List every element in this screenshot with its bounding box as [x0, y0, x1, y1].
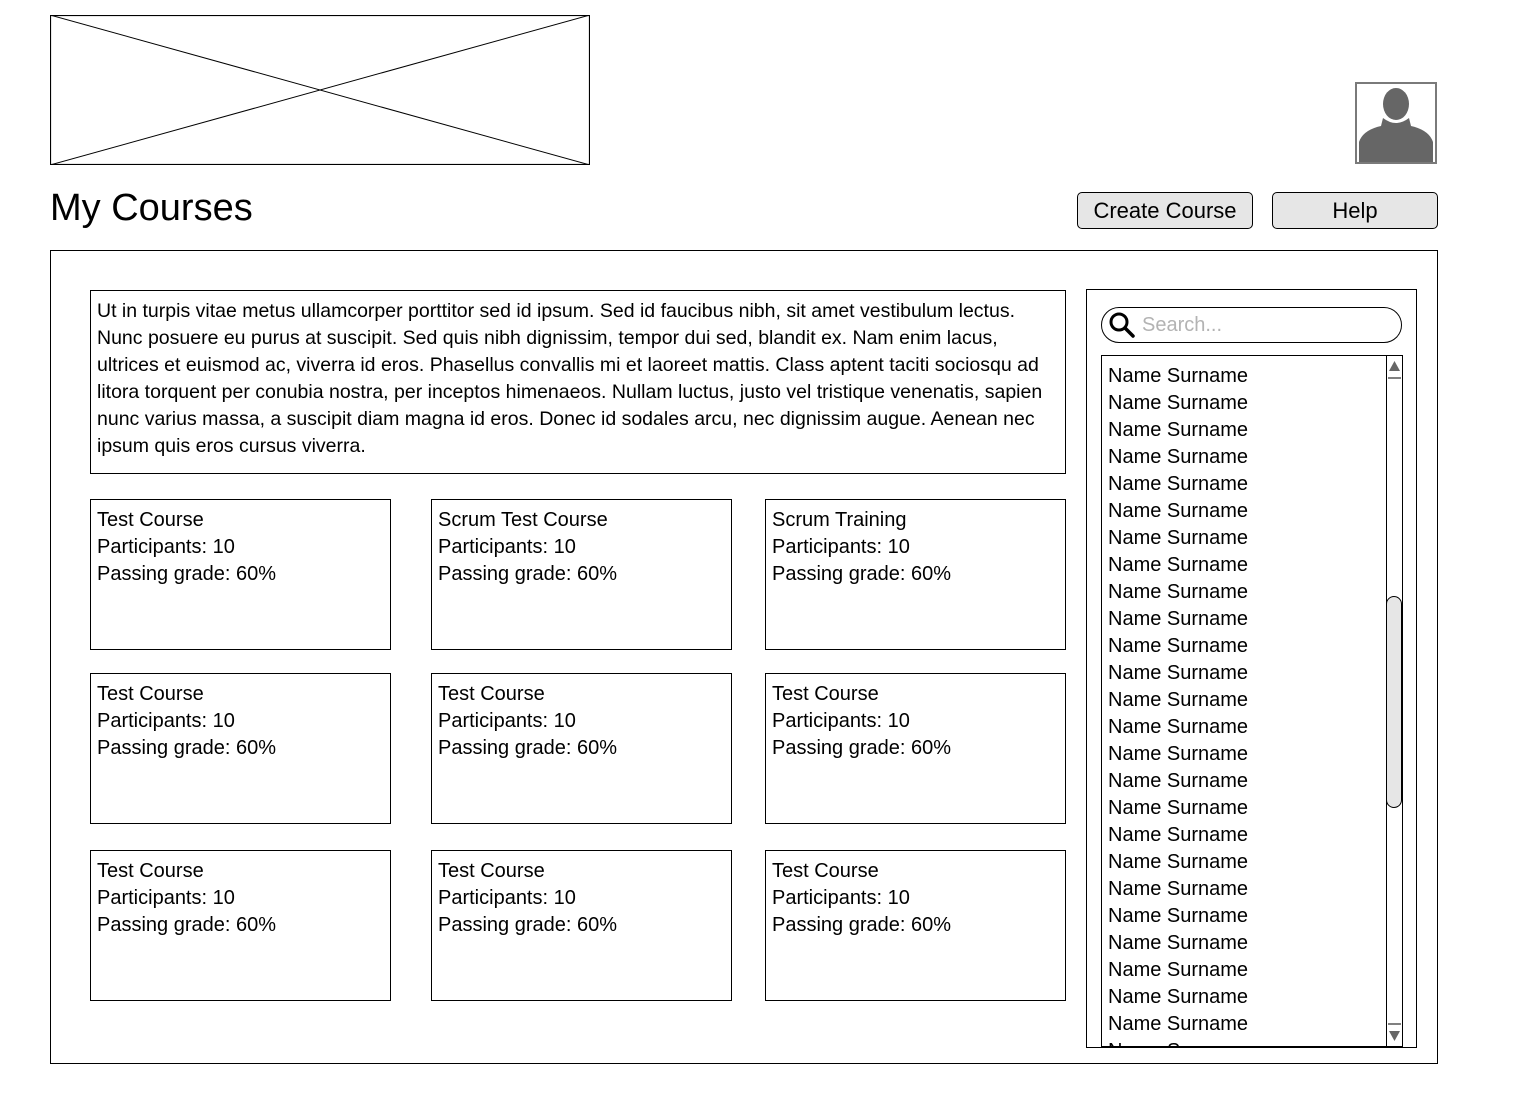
course-participants: Participants: 10 [97, 536, 235, 558]
course-card[interactable]: Test Course Participants: 10 Passing gra… [431, 673, 732, 824]
course-card[interactable]: Scrum Test Course Participants: 10 Passi… [431, 499, 732, 650]
user-list-item[interactable]: Name Surname [1108, 1011, 1248, 1038]
course-card[interactable]: Test Course Participants: 10 Passing gra… [765, 850, 1066, 1001]
course-passing-grade: Passing grade: 60% [772, 737, 952, 759]
logo-placeholder-icon [50, 15, 590, 165]
scroll-up-arrow-icon[interactable] [1388, 359, 1401, 379]
help-button[interactable]: Help [1272, 192, 1438, 229]
course-passing-grade: Passing grade: 60% [772, 563, 952, 585]
user-list-items: Name Surname Name Surname Name Surname Name… [1108, 363, 1248, 1046]
course-name: Test Course [97, 860, 204, 882]
course-participants: Participants: 10 [97, 710, 235, 732]
scroll-thumb[interactable] [1386, 596, 1402, 808]
user-list-item[interactable]: Name Surname [1108, 822, 1248, 849]
scrollbar[interactable] [1386, 356, 1402, 1046]
create-course-button[interactable]: Create Course [1077, 192, 1253, 229]
course-card[interactable]: Scrum Training Participants: 10 Passing … [765, 499, 1066, 650]
course-passing-grade: Passing grade: 60% [438, 563, 618, 585]
course-participants: Participants: 10 [438, 887, 576, 909]
user-list-item[interactable]: Name Surname [1108, 660, 1248, 687]
user-list-item[interactable]: Name Surname [1108, 417, 1248, 444]
course-card[interactable]: Test Course Participants: 10 Passing gra… [431, 850, 732, 1001]
course-passing-grade: Passing grade: 60% [438, 914, 618, 936]
course-participants: Participants: 10 [438, 710, 576, 732]
course-passing-grade: Passing grade: 60% [97, 563, 277, 585]
course-card[interactable]: Test Course Participants: 10 Passing gra… [765, 673, 1066, 824]
course-name: Test Course [97, 683, 204, 705]
course-name: Test Course [772, 683, 879, 705]
course-card[interactable]: Test Course Participants: 10 Passing gra… [90, 673, 391, 824]
user-list-item[interactable]: Name Surname [1108, 633, 1248, 660]
course-description: Ut in turpis vitae metus ullamcorper por… [90, 290, 1066, 474]
course-card[interactable]: Test Course Participants: 10 Passing gra… [90, 850, 391, 1001]
course-name: Test Course [438, 860, 545, 882]
user-list-item[interactable]: Name Surname [1108, 606, 1248, 633]
user-list-item[interactable]: Name Surname [1108, 849, 1248, 876]
user-avatar-icon[interactable] [1355, 82, 1437, 164]
course-card[interactable]: Test Course Participants: 10 Passing gra… [90, 499, 391, 650]
page-title: My Courses [50, 187, 253, 229]
search-icon [1109, 312, 1135, 338]
user-list-item[interactable]: Name Surname [1108, 741, 1248, 768]
user-list-item[interactable]: Name Surname [1108, 687, 1248, 714]
user-list-item[interactable]: Name Surname [1108, 930, 1248, 957]
user-list-item[interactable]: Name Surname [1108, 795, 1248, 822]
user-list-item[interactable]: Name Surname [1108, 957, 1248, 984]
search-box[interactable] [1101, 307, 1402, 343]
user-list-item[interactable]: Name Surname [1108, 768, 1248, 795]
user-list-item[interactable]: Name Surname [1108, 552, 1248, 579]
user-list-item[interactable]: Name Surname [1108, 471, 1248, 498]
course-participants: Participants: 10 [438, 536, 576, 558]
course-name: Test Course [772, 860, 879, 882]
user-list-item[interactable]: Name Surname [1108, 390, 1248, 417]
course-passing-grade: Passing grade: 60% [97, 914, 277, 936]
user-list-item[interactable]: Name Surname [1108, 1038, 1248, 1046]
course-name: Test Course [438, 683, 545, 705]
course-participants: Participants: 10 [772, 887, 910, 909]
scroll-down-arrow-icon[interactable] [1388, 1023, 1401, 1043]
search-input[interactable] [1140, 312, 1384, 338]
course-passing-grade: Passing grade: 60% [438, 737, 618, 759]
course-participants: Participants: 10 [772, 710, 910, 732]
user-list-item[interactable]: Name Surname [1108, 363, 1248, 390]
user-list-item[interactable]: Name Surname [1108, 714, 1248, 741]
course-participants: Participants: 10 [772, 536, 910, 558]
course-passing-grade: Passing grade: 60% [772, 914, 952, 936]
user-list-item[interactable]: Name Surname [1108, 498, 1248, 525]
course-participants: Participants: 10 [97, 887, 235, 909]
user-list-item[interactable]: Name Surname [1108, 579, 1248, 606]
user-list-item[interactable]: Name Surname [1108, 444, 1248, 471]
user-list-item[interactable]: Name Surname [1108, 984, 1248, 1011]
course-name: Scrum Test Course [438, 509, 608, 531]
course-name: Test Course [97, 509, 204, 531]
user-list[interactable]: Name Surname Name Surname Name Surname Name… [1101, 355, 1403, 1047]
user-list-item[interactable]: Name Surname [1108, 876, 1248, 903]
user-list-item[interactable]: Name Surname [1108, 903, 1248, 930]
user-list-item[interactable]: Name Surname [1108, 525, 1248, 552]
course-name: Scrum Training [772, 509, 907, 531]
course-passing-grade: Passing grade: 60% [97, 737, 277, 759]
